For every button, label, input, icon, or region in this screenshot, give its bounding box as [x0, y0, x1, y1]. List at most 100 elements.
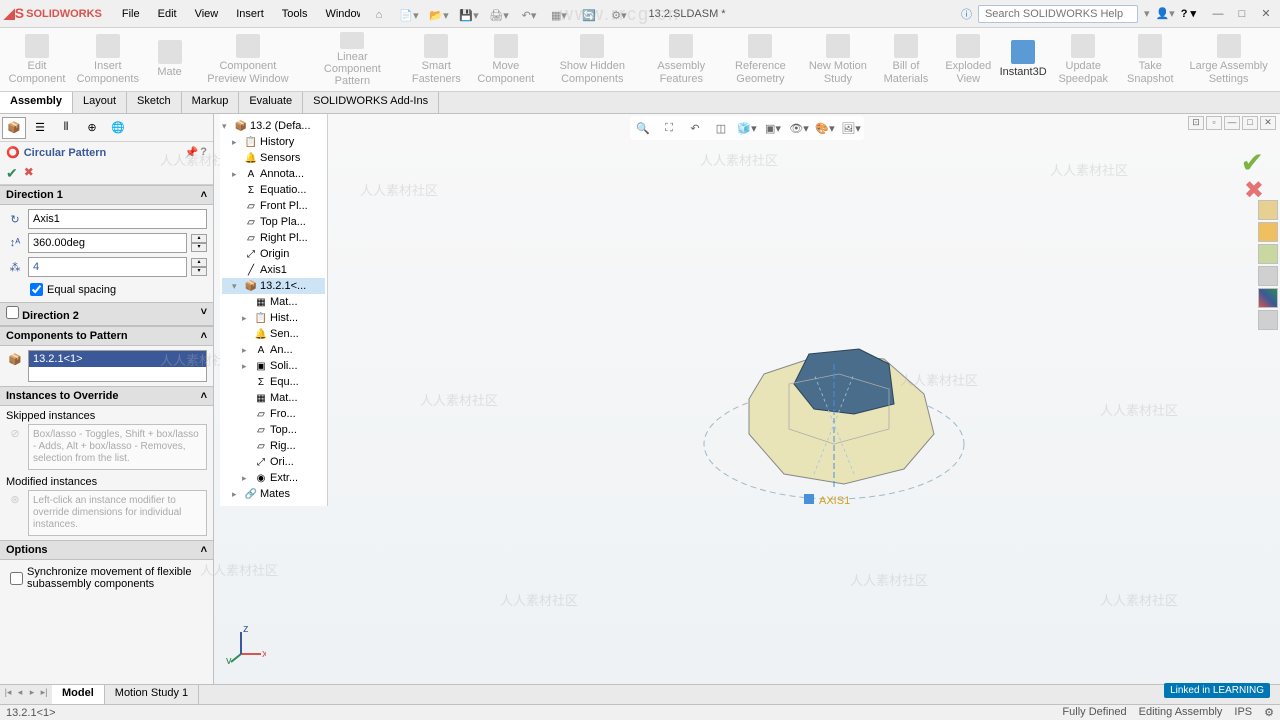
tab-markup[interactable]: Markup [182, 92, 240, 113]
tree-node[interactable]: ▱Right Pl... [222, 230, 325, 246]
tree-node[interactable]: ╱Axis1 [222, 262, 325, 278]
angle-up[interactable]: ▴ [191, 234, 207, 243]
tree-node[interactable]: ▱Front Pl... [222, 198, 325, 214]
search-input[interactable] [978, 5, 1138, 23]
menu-edit[interactable]: Edit [150, 4, 185, 24]
ribbon-reference-geometry[interactable]: Reference Geometry [719, 30, 801, 89]
angle-input[interactable] [28, 233, 187, 253]
tree-node[interactable]: ⤢Origin [222, 246, 325, 262]
direction1-header[interactable]: Direction 1 ˄ [0, 185, 213, 205]
rebuild-icon[interactable]: 🔄 [578, 5, 600, 25]
user-icon[interactable]: 👤▾ [1155, 7, 1174, 20]
menu-view[interactable]: View [187, 4, 227, 24]
ribbon-linear-component-pattern[interactable]: Linear Component Pattern [302, 30, 402, 89]
options-icon[interactable]: ⚙▾ [608, 5, 630, 25]
btab-prev[interactable]: ◂ [14, 687, 26, 702]
design-library-icon[interactable] [1258, 222, 1278, 242]
ribbon-component-preview-window[interactable]: Component Preview Window [194, 30, 303, 89]
inner-max-icon[interactable]: □ [1242, 116, 1258, 130]
tree-node[interactable]: 🔔Sen... [222, 326, 325, 342]
inner-pin-icon[interactable]: ⊡ [1188, 116, 1204, 130]
custom-props-icon[interactable] [1258, 310, 1278, 330]
display-style-icon[interactable]: ▣▾ [762, 118, 784, 138]
maximize-button[interactable]: □ [1232, 5, 1252, 23]
btab-last[interactable]: ▸| [38, 687, 50, 702]
options-header[interactable]: Options ˄ [0, 540, 213, 560]
ribbon-insert-components[interactable]: Insert Components [70, 30, 146, 89]
help-icon[interactable]: ? ▾ [1181, 7, 1196, 20]
ribbon-bill-of-materials[interactable]: Bill of Materials [874, 30, 937, 89]
axis-input[interactable] [28, 209, 207, 229]
confirm-check-icon[interactable]: ✔ [1241, 146, 1264, 179]
tree-node[interactable]: ▸AAn... [222, 342, 325, 358]
ribbon-update-speedpak[interactable]: Update Speedpak [1047, 30, 1119, 89]
apply-scene-icon[interactable]: 🖼▾ [840, 118, 862, 138]
graphics-viewport[interactable]: 🔍 ⛶ ↶ ◫ 🧊▾ ▣▾ 👁▾ 🎨▾ 🖼▾ AXIS1 x y z [214, 114, 1280, 684]
ribbon-smart-fasteners[interactable]: Smart Fasteners [402, 30, 470, 89]
minimize-button[interactable]: — [1208, 5, 1228, 23]
component-item[interactable]: 13.2.1<1> [29, 351, 206, 367]
view-orientation-icon[interactable]: 🧊▾ [736, 118, 758, 138]
help-feature-icon[interactable]: ? [200, 146, 207, 159]
ribbon-assembly-features[interactable]: Assembly Features [643, 30, 719, 89]
config-manager-tab[interactable]: ⫴ [54, 117, 78, 139]
angle-down[interactable]: ▾ [191, 243, 207, 252]
open-icon[interactable]: 📂▾ [428, 5, 450, 25]
zoom-area-icon[interactable]: ⛶ [658, 118, 680, 138]
skipped-hint[interactable]: Box/lasso - Toggles, Shift + box/lasso -… [28, 424, 207, 470]
feature-manager-tab[interactable]: 📦 [2, 117, 26, 139]
status-gear-icon[interactable]: ⚙ [1264, 706, 1274, 719]
ribbon-large-assembly-settings[interactable]: Large Assembly Settings [1181, 30, 1276, 89]
display-manager-tab[interactable]: 🌐 [106, 117, 130, 139]
resources-tab-icon[interactable] [1258, 200, 1278, 220]
tab-solidworks-add-ins[interactable]: SOLIDWORKS Add-Ins [303, 92, 439, 113]
btab-first[interactable]: |◂ [2, 687, 14, 702]
new-icon[interactable]: 📄▾ [398, 5, 420, 25]
direction2-checkbox[interactable] [6, 306, 19, 319]
hide-show-icon[interactable]: 👁▾ [788, 118, 810, 138]
search-info-icon[interactable]: ⓘ [961, 6, 972, 22]
property-manager-tab[interactable]: ☰ [28, 117, 52, 139]
inst-down[interactable]: ▾ [191, 267, 207, 276]
save-icon[interactable]: 💾▾ [458, 5, 480, 25]
undo-icon[interactable]: ↶▾ [518, 5, 540, 25]
ribbon-take-snapshot[interactable]: Take Snapshot [1119, 30, 1181, 89]
ribbon-exploded-view[interactable]: Exploded View [937, 30, 999, 89]
search-dropdown-icon[interactable]: ▾ [1144, 7, 1150, 20]
sync-checkbox[interactable] [10, 572, 23, 585]
ribbon-edit-component[interactable]: Edit Component [4, 30, 70, 89]
ribbon-new-motion-study[interactable]: New Motion Study [801, 30, 874, 89]
home-icon[interactable]: ⌂ [368, 5, 390, 25]
tree-node[interactable]: ▦Mat... [222, 294, 325, 310]
inner-close-icon[interactable]: ✕ [1260, 116, 1276, 130]
ribbon-mate[interactable]: Mate [146, 30, 194, 89]
tree-node[interactable]: ▸AAnnota... [222, 166, 325, 182]
tree-node[interactable]: ▸📋History [222, 134, 325, 150]
tree-node[interactable]: ▾📦13.2.1<... [222, 278, 325, 294]
menu-file[interactable]: File [114, 4, 148, 24]
tab-evaluate[interactable]: Evaluate [239, 92, 303, 113]
close-button[interactable]: ✕ [1256, 5, 1276, 23]
equal-spacing-checkbox[interactable] [30, 283, 43, 296]
tree-node[interactable]: ▱Fro... [222, 406, 325, 422]
btab-model[interactable]: Model [52, 685, 105, 704]
tree-node[interactable]: ΣEqu... [222, 374, 325, 390]
print-icon[interactable]: 🖨▾ [488, 5, 510, 25]
tree-node[interactable]: ΣEquatio... [222, 182, 325, 198]
edit-appearance-icon[interactable]: 🎨▾ [814, 118, 836, 138]
tree-node[interactable]: ▾📦13.2 (Defa... [222, 118, 325, 134]
tree-node[interactable]: ▱Rig... [222, 438, 325, 454]
tree-node[interactable]: ▱Top Pla... [222, 214, 325, 230]
tab-layout[interactable]: Layout [73, 92, 127, 113]
ribbon-move-component[interactable]: Move Component [470, 30, 541, 89]
axis-icon[interactable]: ↻ [6, 210, 24, 228]
override-header[interactable]: Instances to Override ˄ [0, 386, 213, 406]
tree-node[interactable]: ⤢Ori... [222, 454, 325, 470]
ribbon-show-hidden-components[interactable]: Show Hidden Components [542, 30, 644, 89]
instances-input[interactable] [28, 257, 187, 277]
tree-node[interactable]: ▦Mat... [222, 390, 325, 406]
section-view-icon[interactable]: ◫ [710, 118, 732, 138]
cancel-feature-button[interactable]: ✖ [24, 165, 34, 182]
tree-node[interactable]: ▸◉Extr... [222, 470, 325, 486]
components-list[interactable]: 13.2.1<1> [28, 350, 207, 382]
